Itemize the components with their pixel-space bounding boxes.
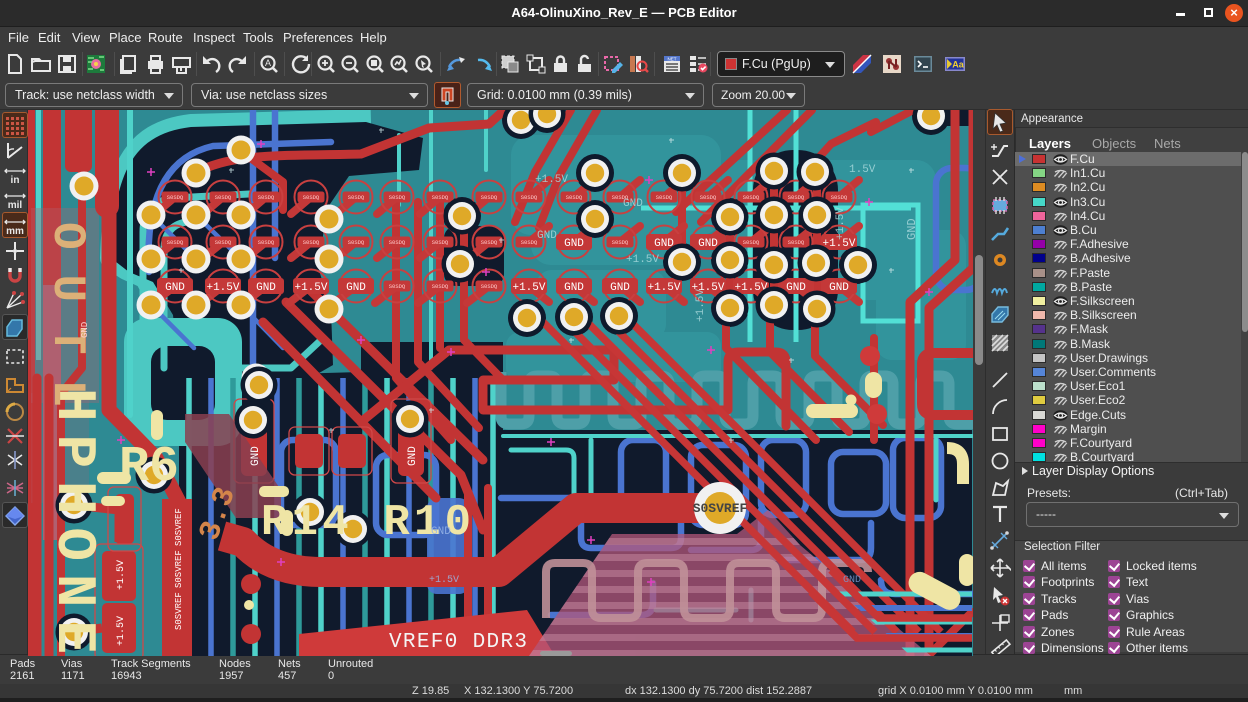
svg-text:GND: GND [829, 282, 849, 294]
svg-text:+1.5V: +1.5V [512, 282, 545, 294]
svg-text:S0SDQ: S0SDQ [303, 194, 320, 201]
svg-text:S0SDQ: S0SDQ [700, 194, 717, 201]
svg-text:R6: R6 [119, 439, 179, 496]
svg-text:S0SDQ: S0SDQ [348, 194, 365, 201]
svg-text:GND: GND [905, 218, 919, 240]
svg-text:S0SDQ: S0SDQ [389, 239, 406, 246]
svg-text:Aa: Aa [952, 60, 964, 70]
svg-text:S0SDQ: S0SDQ [348, 239, 365, 246]
svg-text:GND: GND [698, 238, 718, 250]
svg-text:S0SVREF: S0SVREF [174, 550, 184, 588]
svg-text:S0SDQ: S0SDQ [432, 283, 449, 290]
svg-text:S0SDQ: S0SDQ [215, 194, 232, 201]
svg-text:S0SDQ: S0SDQ [389, 194, 406, 201]
svg-text:GND: GND [843, 575, 861, 586]
svg-text:S0SDQ: S0SDQ [521, 239, 538, 246]
svg-text:GND: GND [250, 446, 262, 466]
svg-text:in: in [11, 175, 20, 186]
svg-text:1.5V: 1.5V [849, 164, 876, 176]
svg-text:S0SDQ: S0SDQ [432, 194, 449, 201]
svg-text:S0SDQ: S0SDQ [566, 194, 583, 201]
svg-text:NET: NET [668, 57, 677, 62]
svg-text:+1.5V: +1.5V [626, 254, 659, 266]
svg-text:S0SDQ: S0SDQ [389, 283, 406, 290]
svg-text:+1.5V: +1.5V [647, 282, 680, 294]
svg-text:GND: GND [610, 282, 630, 294]
svg-text:GND: GND [564, 238, 584, 250]
svg-text:S0SDQ: S0SDQ [258, 239, 275, 246]
svg-text:S0SDQ: S0SDQ [481, 239, 498, 246]
svg-text:S0SDQ: S0SDQ [167, 194, 184, 201]
svg-text:GND: GND [80, 322, 90, 338]
svg-text:+1.5V: +1.5V [294, 282, 327, 294]
svg-text:GND: GND [407, 446, 419, 466]
svg-text:GND: GND [431, 526, 451, 538]
svg-text:S0SDQ: S0SDQ [258, 194, 275, 201]
svg-text:S0SDQ: S0SDQ [303, 239, 320, 246]
svg-text:mil: mil [8, 200, 23, 211]
svg-text:GND: GND [537, 230, 557, 242]
svg-text:mm: mm [6, 226, 24, 237]
svg-text:GND: GND [564, 282, 584, 294]
svg-text:GND: GND [165, 282, 185, 294]
svg-text:+1.5V: +1.5V [429, 575, 459, 586]
svg-text:S0SDQ: S0SDQ [743, 194, 760, 201]
svg-text:+1.5V: +1.5V [116, 560, 127, 590]
svg-text:S0SDQ: S0SDQ [656, 194, 673, 201]
svg-text:R14 R10: R14 R10 [261, 498, 471, 548]
svg-text:S0SDQ: S0SDQ [743, 239, 760, 246]
svg-text:+1.5V: +1.5V [535, 174, 568, 186]
svg-text:GND: GND [623, 198, 643, 210]
svg-text:GND: GND [256, 282, 276, 294]
svg-text:S0SDQ: S0SDQ [831, 194, 848, 201]
svg-text:S0SDQ: S0SDQ [788, 194, 805, 201]
svg-text:S0SDQ: S0SDQ [481, 194, 498, 201]
svg-text:+1.5V: +1.5V [116, 616, 127, 646]
svg-text:+1.5V: +1.5V [835, 207, 847, 240]
svg-text:GND: GND [786, 282, 806, 294]
svg-text:S0SVREF: S0SVREF [693, 501, 748, 516]
svg-text:S0SDQ: S0SDQ [167, 239, 184, 246]
svg-text:VREF0 DDR3: VREF0 DDR3 [389, 631, 527, 654]
svg-text:A: A [265, 58, 271, 68]
svg-text:S0SVREF: S0SVREF [174, 592, 184, 630]
svg-text:S0SDQ: S0SDQ [432, 239, 449, 246]
svg-text:S0SDQ: S0SDQ [788, 239, 805, 246]
svg-text:S0SDQ: S0SDQ [215, 239, 232, 246]
svg-text:S0SDQ: S0SDQ [612, 239, 629, 246]
svg-text:S0SVREF: S0SVREF [174, 508, 184, 546]
svg-text:S0SDQ: S0SDQ [521, 194, 538, 201]
svg-text:S0SDQ: S0SDQ [481, 283, 498, 290]
svg-text:+1.5V: +1.5V [695, 289, 707, 322]
svg-text:GND: GND [346, 282, 366, 294]
